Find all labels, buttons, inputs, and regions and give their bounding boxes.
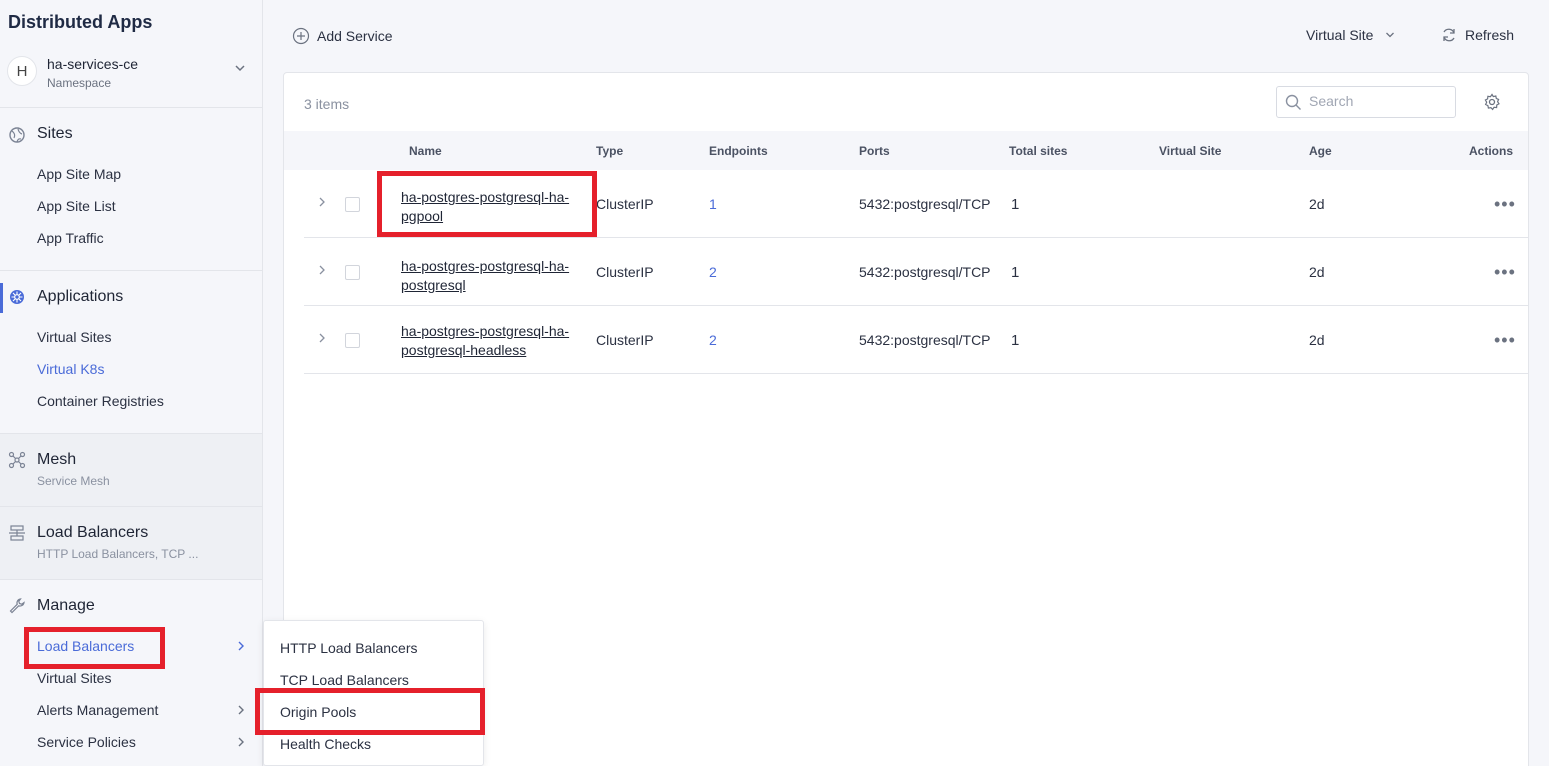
load-balancers-title: Load Balancers bbox=[37, 524, 149, 541]
table-row: ha-postgres-postgresql-ha- postgresql Cl… bbox=[304, 238, 1528, 306]
sidebar-item-container-registries[interactable]: Container Registries bbox=[37, 393, 164, 409]
refresh-icon bbox=[1443, 28, 1455, 42]
service-name-line1: ha-postgres-postgresql-ha- bbox=[401, 258, 570, 274]
mesh-icon bbox=[8, 451, 26, 469]
sidebar-item-service-policies[interactable]: Service Policies bbox=[37, 734, 136, 750]
service-endpoints[interactable]: 2 bbox=[709, 264, 717, 280]
service-total-sites: 1 bbox=[1011, 332, 1020, 349]
service-type: ClusterIP bbox=[596, 196, 654, 212]
virtual-site-dropdown[interactable]: Virtual Site bbox=[1306, 27, 1395, 43]
service-type: ClusterIP bbox=[596, 332, 654, 348]
row-checkbox[interactable] bbox=[345, 333, 360, 348]
submenu-item-health-checks[interactable]: Health Checks bbox=[280, 736, 371, 752]
service-age: 2d bbox=[1309, 332, 1325, 348]
service-name-line1: ha-postgres-postgresql-ha- bbox=[401, 323, 570, 339]
sites-title[interactable]: Sites bbox=[37, 125, 73, 143]
chevron-right-icon bbox=[238, 737, 244, 747]
gear-icon[interactable] bbox=[1483, 93, 1501, 111]
service-endpoints[interactable]: 1 bbox=[709, 196, 717, 212]
mesh-section[interactable]: Mesh Service Mesh bbox=[0, 434, 262, 507]
search-box[interactable] bbox=[1276, 86, 1456, 118]
sidebar-item-app-site-map[interactable]: App Site Map bbox=[37, 166, 121, 182]
sidebar-item-alerts-management[interactable]: Alerts Management bbox=[37, 702, 158, 718]
kubernetes-icon bbox=[10, 290, 24, 304]
column-header-virtual-site[interactable]: Virtual Site bbox=[1159, 144, 1221, 158]
load-balancers-subtitle: HTTP Load Balancers, TCP ... bbox=[37, 547, 199, 561]
service-age: 2d bbox=[1309, 196, 1325, 212]
namespace-avatar: H bbox=[7, 56, 37, 86]
chevron-right-icon[interactable] bbox=[317, 264, 327, 276]
add-circle-icon bbox=[292, 27, 310, 45]
mesh-subtitle: Service Mesh bbox=[37, 474, 110, 488]
service-ports: 5432:postgresql/TCP bbox=[859, 264, 991, 280]
service-type: ClusterIP bbox=[596, 264, 654, 280]
load-balancer-icon bbox=[9, 525, 25, 541]
service-name-line2: postgresql-headless bbox=[401, 342, 527, 358]
wrench-icon bbox=[9, 598, 25, 614]
more-actions-icon[interactable]: ••• bbox=[1494, 262, 1516, 283]
service-total-sites: 1 bbox=[1011, 264, 1020, 281]
add-service-label: Add Service bbox=[317, 28, 393, 44]
service-ports: 5432:postgresql/TCP bbox=[859, 332, 991, 348]
more-actions-icon[interactable]: ••• bbox=[1494, 330, 1516, 351]
chevron-right-icon[interactable] bbox=[317, 196, 327, 208]
service-name-line2: postgresql bbox=[401, 277, 466, 293]
chevron-right-icon bbox=[238, 705, 244, 715]
sidebar-item-virtual-sites[interactable]: Virtual Sites bbox=[37, 329, 111, 345]
chevron-right-icon bbox=[238, 641, 244, 651]
namespace-selector[interactable]: H ha-services-ce Namespace bbox=[0, 48, 262, 108]
refresh-label: Refresh bbox=[1465, 27, 1515, 43]
add-service-button[interactable]: Add Service bbox=[292, 27, 392, 45]
column-header-type[interactable]: Type bbox=[596, 144, 623, 158]
column-header-name[interactable]: Name bbox=[409, 144, 442, 158]
search-icon bbox=[1285, 94, 1301, 110]
applications-section: Applications Virtual Sites Virtual K8s C… bbox=[0, 271, 262, 434]
sidebar-item-virtual-sites-manage[interactable]: Virtual Sites bbox=[37, 670, 111, 686]
service-age: 2d bbox=[1309, 264, 1325, 280]
items-count: 3 items bbox=[304, 96, 350, 112]
highlight-box-origin-pools bbox=[255, 688, 485, 735]
submenu-item-http-load-balancers[interactable]: HTTP Load Balancers bbox=[280, 640, 417, 656]
column-header-actions: Actions bbox=[1469, 144, 1514, 158]
chevron-right-icon[interactable] bbox=[317, 332, 327, 344]
sidebar-item-virtual-k8s[interactable]: Virtual K8s bbox=[37, 361, 104, 377]
load-balancers-section[interactable]: Load Balancers HTTP Load Balancers, TCP … bbox=[0, 507, 262, 580]
row-checkbox[interactable] bbox=[345, 265, 360, 280]
applications-title[interactable]: Applications bbox=[37, 288, 123, 306]
column-header-ports[interactable]: Ports bbox=[859, 144, 890, 158]
service-name-link[interactable]: ha-postgres-postgresql-ha- postgresql bbox=[401, 257, 591, 295]
more-actions-icon[interactable]: ••• bbox=[1494, 194, 1516, 215]
chevron-down-icon bbox=[235, 65, 245, 72]
app-title: Distributed Apps bbox=[8, 12, 153, 32]
search-input[interactable] bbox=[1309, 93, 1449, 109]
submenu-item-tcp-load-balancers[interactable]: TCP Load Balancers bbox=[280, 672, 409, 688]
column-header-total-sites[interactable]: Total sites bbox=[1009, 144, 1067, 158]
highlight-box-load-balancers bbox=[24, 627, 165, 669]
service-total-sites: 1 bbox=[1011, 196, 1020, 213]
sidebar-item-app-site-list[interactable]: App Site List bbox=[37, 198, 116, 214]
chevron-down-icon bbox=[1386, 32, 1395, 38]
sites-section: Sites App Site Map App Site List App Tra… bbox=[0, 108, 262, 271]
table-header: Name Type Endpoints Ports Total sites Vi… bbox=[284, 131, 1528, 170]
manage-section: Manage Load Balancers Virtual Sites Aler… bbox=[0, 580, 262, 766]
sidebar-item-app-traffic[interactable]: App Traffic bbox=[37, 230, 104, 246]
highlight-box-pgpool bbox=[377, 171, 597, 237]
column-header-endpoints[interactable]: Endpoints bbox=[709, 144, 768, 158]
table-row: ha-postgres-postgresql-ha- postgresql-he… bbox=[304, 306, 1528, 374]
refresh-button[interactable]: Refresh bbox=[1441, 27, 1514, 43]
service-name-link[interactable]: ha-postgres-postgresql-ha- postgresql-he… bbox=[401, 322, 591, 360]
namespace-label: Namespace bbox=[47, 76, 112, 90]
active-indicator bbox=[0, 283, 3, 313]
service-ports: 5432:postgresql/TCP bbox=[859, 196, 991, 212]
globe-icon bbox=[9, 127, 25, 143]
namespace-name: ha-services-ce bbox=[47, 56, 139, 72]
column-header-age[interactable]: Age bbox=[1309, 144, 1332, 158]
row-checkbox[interactable] bbox=[345, 197, 360, 212]
manage-title: Manage bbox=[37, 597, 95, 614]
virtual-site-label: Virtual Site bbox=[1306, 27, 1374, 43]
service-endpoints[interactable]: 2 bbox=[709, 332, 717, 348]
mesh-title: Mesh bbox=[37, 451, 77, 468]
